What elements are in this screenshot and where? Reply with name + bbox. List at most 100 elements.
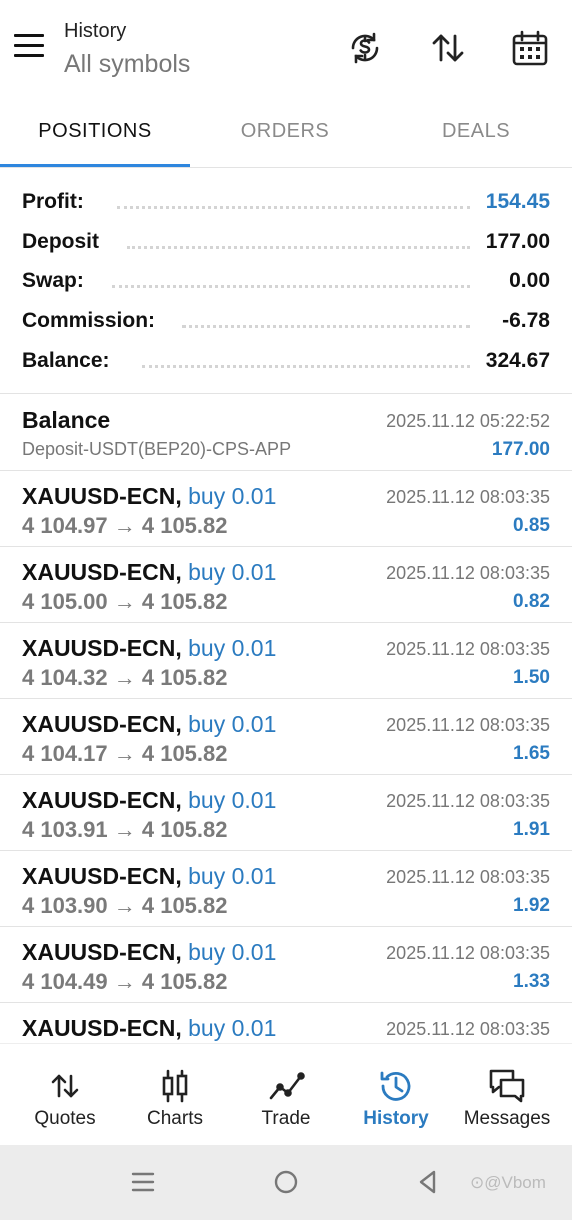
position-row[interactable]: XAUUSD-ECN, buy 0.01 4 103.91 → 4 105.82… bbox=[0, 775, 572, 851]
summary-value: -6.78 bbox=[496, 309, 550, 333]
position-row[interactable]: XAUUSD-ECN, buy 0.01 4 103.90 → 4 105.82… bbox=[0, 851, 572, 927]
position-symbol: XAUUSD-ECN, bbox=[22, 1015, 182, 1041]
position-side: buy 0.01 bbox=[188, 483, 277, 509]
position-time: 2025.11.12 08:03:35 bbox=[386, 715, 550, 735]
tab-deals[interactable]: DEALS bbox=[381, 120, 571, 143]
summary-row-profit: Profit: 154.45 bbox=[22, 190, 550, 220]
position-side: buy 0.01 bbox=[188, 559, 277, 585]
position-side: buy 0.01 bbox=[188, 939, 277, 965]
position-profit: 1.65 bbox=[513, 743, 550, 764]
dot-leader bbox=[182, 324, 470, 328]
position-row[interactable]: XAUUSD-ECN, buy 0.01 4 104.97 → 4 105.82… bbox=[0, 471, 572, 547]
position-profit: 0.82 bbox=[513, 591, 550, 612]
entry-amount: 177.00 bbox=[491, 439, 550, 460]
position-time: 2025.11.12 08:03:35 bbox=[386, 639, 550, 659]
summary-label: Commission: bbox=[22, 309, 162, 333]
tab-orders[interactable]: ORDERS bbox=[190, 120, 380, 143]
position-row[interactable]: XAUUSD-ECN, buy 0.01 4 104.49 → 4 105.82… bbox=[0, 927, 572, 1003]
dot-leader bbox=[117, 205, 470, 209]
position-time: 2025.11.12 08:03:35 bbox=[386, 563, 550, 583]
watermark: ⊙@Vbom bbox=[470, 1173, 546, 1192]
position-symbol: XAUUSD-ECN, bbox=[22, 635, 182, 661]
nav-trade[interactable]: Trade bbox=[229, 1044, 343, 1146]
position-prices: 4 105.00 → 4 105.82 bbox=[22, 589, 228, 614]
nav-label: History bbox=[363, 1108, 429, 1129]
position-symbol: XAUUSD-ECN, bbox=[22, 787, 182, 813]
page-title: History bbox=[64, 20, 127, 42]
position-prices: 4 104.49 → 4 105.82 bbox=[22, 969, 228, 994]
position-symbol: XAUUSD-ECN, bbox=[22, 863, 182, 889]
nav-history[interactable]: History bbox=[339, 1044, 453, 1146]
bottom-navigation: Quotes Charts Trade History Messages bbox=[0, 1043, 572, 1145]
position-side: buy 0.01 bbox=[188, 711, 277, 737]
position-side: buy 0.01 bbox=[188, 635, 277, 661]
position-row[interactable]: XAUUSD-ECN, buy 0.01 4 105.00 → 4 105.82… bbox=[0, 547, 572, 623]
position-prices: 4 103.91 → 4 105.82 bbox=[22, 817, 228, 842]
position-time: 2025.11.12 08:03:35 bbox=[386, 791, 550, 811]
history-tabs: POSITIONS ORDERS DEALS bbox=[0, 100, 572, 168]
position-profit: 1.33 bbox=[513, 971, 550, 992]
active-tab-indicator bbox=[0, 164, 190, 167]
home-icon[interactable] bbox=[271, 1167, 301, 1197]
dot-leader bbox=[127, 245, 470, 249]
recent-apps-icon[interactable] bbox=[128, 1167, 158, 1197]
entry-description: Deposit-USDT(BEP20)-CPS-APP bbox=[22, 439, 292, 459]
summary-value: 177.00 bbox=[479, 230, 550, 254]
nav-label: Trade bbox=[261, 1108, 311, 1129]
nav-charts[interactable]: Charts bbox=[118, 1044, 232, 1146]
sort-icon[interactable] bbox=[428, 28, 468, 68]
history-icon bbox=[376, 1068, 416, 1104]
position-prices: 4 104.32 → 4 105.82 bbox=[22, 665, 228, 690]
dot-leader bbox=[142, 364, 470, 368]
back-icon[interactable] bbox=[413, 1167, 443, 1197]
nav-label: Charts bbox=[147, 1108, 203, 1129]
position-profit: 0.85 bbox=[513, 515, 550, 536]
summary-row-deposit: Deposit 177.00 bbox=[22, 230, 550, 260]
position-symbol: XAUUSD-ECN, bbox=[22, 559, 182, 585]
position-time: 2025.11.12 08:03:35 bbox=[386, 867, 550, 887]
position-profit: 1.92 bbox=[513, 895, 550, 916]
position-symbol: XAUUSD-ECN, bbox=[22, 939, 182, 965]
summary-row-balance: Balance: 324.67 bbox=[22, 349, 550, 379]
summary-value: 324.67 bbox=[479, 349, 550, 373]
position-row[interactable]: XAUUSD-ECN, buy 0.01 2025.11.12 08:03:35 bbox=[0, 1003, 572, 1043]
position-time: 2025.11.12 08:03:35 bbox=[386, 943, 550, 963]
menu-icon[interactable] bbox=[14, 34, 48, 62]
position-prices: 4 104.97 → 4 105.82 bbox=[22, 513, 228, 538]
position-symbol: XAUUSD-ECN, bbox=[22, 711, 182, 737]
quotes-icon bbox=[45, 1068, 85, 1104]
calendar-icon[interactable] bbox=[510, 28, 550, 68]
currency-refresh-icon[interactable] bbox=[345, 28, 385, 68]
position-time: 2025.11.12 08:03:35 bbox=[386, 487, 550, 507]
position-time: 2025.11.12 08:03:35 bbox=[386, 1019, 550, 1039]
summary-label: Profit: bbox=[22, 190, 90, 214]
nav-label: Quotes bbox=[34, 1108, 96, 1129]
position-row[interactable]: XAUUSD-ECN, buy 0.01 4 104.17 → 4 105.82… bbox=[0, 699, 572, 775]
position-symbol: XAUUSD-ECN, bbox=[22, 483, 182, 509]
position-prices: 4 104.17 → 4 105.82 bbox=[22, 741, 228, 766]
position-side: buy 0.01 bbox=[188, 1015, 277, 1041]
summary-value: 0.00 bbox=[503, 269, 550, 293]
summary-value: 154.45 bbox=[479, 190, 550, 214]
nav-messages[interactable]: Messages bbox=[450, 1044, 564, 1146]
entry-title: Balance bbox=[22, 407, 111, 433]
position-prices: 4 103.90 → 4 105.82 bbox=[22, 893, 228, 918]
tab-positions[interactable]: POSITIONS bbox=[0, 120, 190, 143]
position-profit: 1.91 bbox=[513, 819, 550, 840]
entry-time: 2025.11.12 05:22:52 bbox=[386, 411, 550, 431]
trade-icon bbox=[266, 1068, 306, 1104]
balance-entry[interactable]: Balance Deposit-USDT(BEP20)-CPS-APP 2025… bbox=[0, 395, 572, 471]
summary-label: Balance: bbox=[22, 349, 116, 373]
position-side: buy 0.01 bbox=[188, 863, 277, 889]
messages-icon bbox=[487, 1068, 527, 1104]
history-list[interactable]: Balance Deposit-USDT(BEP20)-CPS-APP 2025… bbox=[0, 395, 572, 1043]
summary-row-commission: Commission: -6.78 bbox=[22, 309, 550, 339]
position-profit: 1.50 bbox=[513, 667, 550, 688]
nav-label: Messages bbox=[463, 1108, 551, 1129]
nav-quotes[interactable]: Quotes bbox=[8, 1044, 122, 1146]
symbol-filter[interactable]: All symbols bbox=[64, 50, 190, 79]
summary-label: Swap: bbox=[22, 269, 90, 293]
position-row[interactable]: XAUUSD-ECN, buy 0.01 4 104.32 → 4 105.82… bbox=[0, 623, 572, 699]
dot-leader bbox=[112, 284, 470, 288]
charts-icon bbox=[155, 1068, 195, 1104]
